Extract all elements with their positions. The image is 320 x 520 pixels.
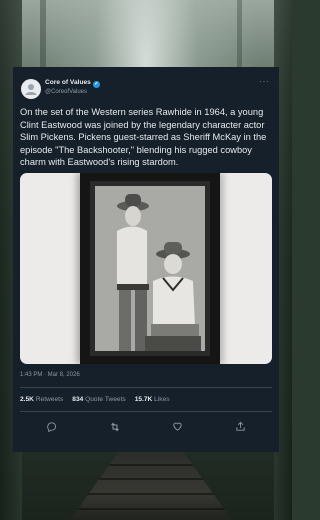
display-name[interactable]: Core of Values	[45, 79, 91, 86]
more-dots-icon[interactable]: ···	[259, 77, 270, 86]
like-icon[interactable]	[171, 420, 185, 434]
reply-icon[interactable]	[45, 420, 59, 434]
verified-badge-icon: ✓	[92, 81, 100, 88]
retweet-icon[interactable]	[108, 420, 122, 434]
tweet-text: On the set of the Western series Rawhide…	[20, 107, 267, 168]
user-silhouette-icon	[25, 84, 37, 95]
display-name-line[interactable]: Core of Values ✓	[45, 79, 100, 88]
tweet-card[interactable]: Core of Values ✓ @CoreofValues ··· On the…	[13, 67, 279, 452]
tweet-stats: 2.5K Retweets 834 Quote Tweets 15.7K Lik…	[20, 388, 272, 411]
tweet-header: Core of Values ✓ @CoreofValues ···	[20, 73, 272, 99]
tweet-photo[interactable]	[20, 172, 272, 364]
photo-figures	[95, 185, 205, 351]
tweet-timestamp[interactable]: 1:43 PM · Mar 8, 2026	[20, 372, 272, 378]
frame-mat	[90, 180, 210, 356]
picture-frame	[80, 172, 220, 364]
tweet-actions	[20, 412, 272, 434]
quote-tweets-stat[interactable]: 834 Quote Tweets	[72, 396, 125, 403]
retweets-stat[interactable]: 2.5K Retweets	[20, 396, 63, 403]
user-handle[interactable]: @CoreofValues	[45, 89, 87, 95]
avatar[interactable]	[21, 79, 41, 99]
share-icon[interactable]	[234, 420, 248, 434]
vintage-photo-two-men	[95, 185, 205, 351]
wooden-path	[70, 452, 232, 520]
likes-stat[interactable]: 15.7K Likes	[135, 396, 170, 403]
